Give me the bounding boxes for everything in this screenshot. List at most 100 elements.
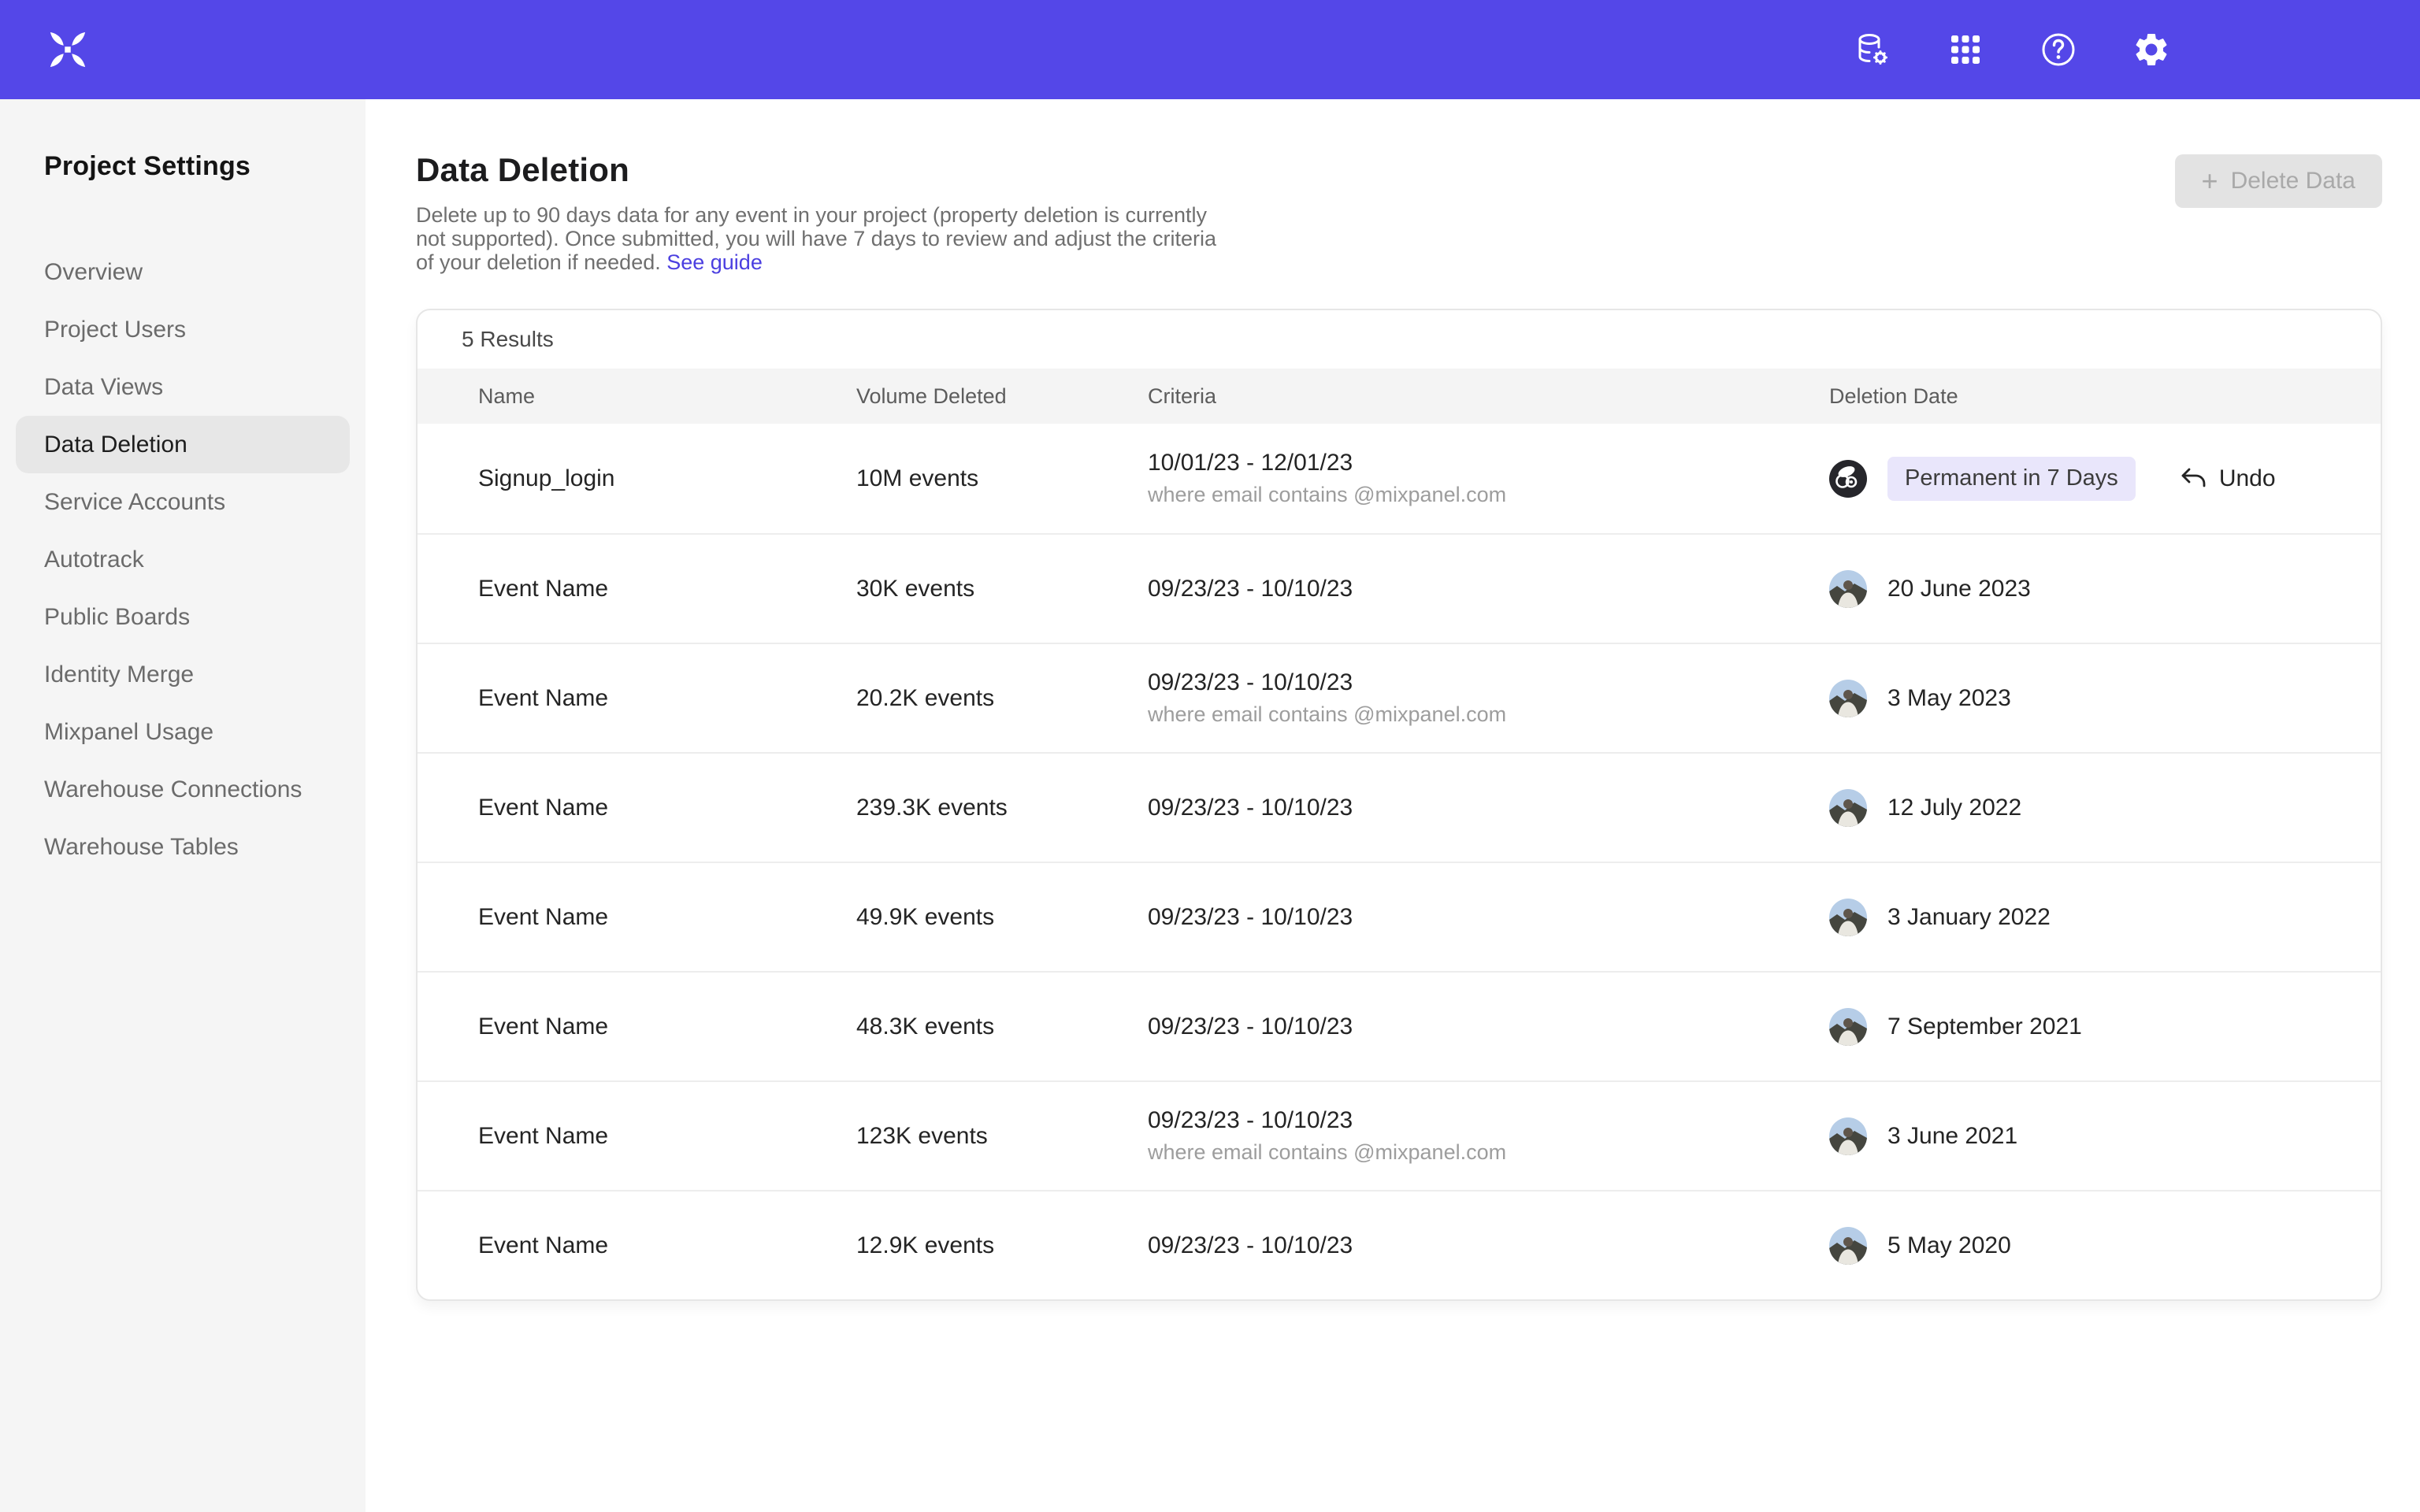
user-avatar [1829, 789, 1867, 827]
mixpanel-logo[interactable] [46, 28, 90, 72]
event-name-cell: Signup_login [478, 465, 856, 492]
undo-button[interactable]: Undo [2178, 464, 2276, 494]
criteria-cell: 09/23/23 - 10/10/23 [1148, 576, 1829, 602]
criteria-filter: where email contains @mixpanel.com [1148, 483, 1829, 507]
sidebar-item-mixpanel-usage[interactable]: Mixpanel Usage [16, 703, 350, 761]
data-management-icon[interactable] [1853, 30, 1892, 69]
volume-deleted-cell: 49.9K events [856, 904, 1148, 931]
deletion-date-cell: 20 June 2023 [1829, 570, 2381, 608]
user-avatar [1829, 1227, 1867, 1265]
criteria-date-range: 10/01/23 - 12/01/23 [1148, 450, 1829, 476]
volume-deleted-cell: 12.9K events [856, 1232, 1148, 1259]
deletion-date-text: 3 June 2021 [1887, 1123, 2017, 1150]
page-title: Data Deletion [416, 151, 2420, 189]
criteria-filter: where email contains @mixpanel.com [1148, 1140, 1829, 1165]
criteria-cell: 09/23/23 - 10/10/23 [1148, 795, 1829, 821]
criteria-date-range: 09/23/23 - 10/10/23 [1148, 1232, 1829, 1259]
criteria-date-range: 09/23/23 - 10/10/23 [1148, 669, 1829, 696]
criteria-cell: 09/23/23 - 10/10/23 where email contains … [1148, 1107, 1829, 1165]
delete-data-button[interactable]: + Delete Data [2175, 154, 2382, 208]
sidebar-item-overview[interactable]: Overview [16, 243, 350, 301]
sidebar-title: Project Settings [0, 151, 366, 182]
deletion-date-cell: 3 May 2023 [1829, 680, 2381, 717]
permanent-status-badge: Permanent in 7 Days [1887, 457, 2136, 501]
user-avatar [1829, 1008, 1867, 1046]
table-row: Event Name30K events09/23/23 - 10/10/23 2… [418, 533, 2381, 643]
volume-deleted-cell: 123K events [856, 1123, 1148, 1150]
table-body: Signup_login10M events10/01/23 - 12/01/2… [418, 424, 2381, 1299]
criteria-cell: 09/23/23 - 10/10/23 [1148, 1232, 1829, 1259]
table-row: Event Name20.2K events09/23/23 - 10/10/2… [418, 643, 2381, 752]
results-count: 5 Results [418, 310, 2381, 369]
deletion-date-text: 5 May 2020 [1887, 1232, 2011, 1259]
deletion-date-cell: Permanent in 7 Days Undo [1829, 457, 2381, 501]
volume-deleted-cell: 30K events [856, 576, 1148, 602]
volume-deleted-cell: 20.2K events [856, 685, 1148, 712]
sidebar-item-public-boards[interactable]: Public Boards [16, 588, 350, 646]
event-name-cell: Event Name [478, 685, 856, 712]
table-header-row: Name Volume Deleted Criteria Deletion Da… [418, 369, 2381, 424]
volume-deleted-cell: 239.3K events [856, 795, 1148, 821]
deletion-date-text: 7 September 2021 [1887, 1014, 2082, 1040]
table-row: Event Name239.3K events09/23/23 - 10/10/… [418, 752, 2381, 862]
criteria-date-range: 09/23/23 - 10/10/23 [1148, 1014, 1829, 1040]
deletion-date-text: 12 July 2022 [1887, 795, 2021, 821]
mascot-avatar [1829, 460, 1867, 498]
main-content: Data Deletion Delete up to 90 days data … [366, 99, 2420, 1512]
deletion-date-cell: 3 January 2022 [1829, 899, 2381, 936]
apps-grid-icon[interactable] [1946, 30, 1985, 69]
criteria-filter: where email contains @mixpanel.com [1148, 702, 1829, 727]
sidebar-nav: OverviewProject UsersData ViewsData Dele… [0, 243, 366, 876]
deletion-date-cell: 5 May 2020 [1829, 1227, 2381, 1265]
see-guide-link[interactable]: See guide [666, 250, 763, 274]
deletion-date-cell: 12 July 2022 [1829, 789, 2381, 827]
settings-icon[interactable] [2132, 30, 2171, 69]
event-name-cell: Event Name [478, 1014, 856, 1040]
criteria-cell: 10/01/23 - 12/01/23 where email contains … [1148, 450, 1829, 507]
sidebar-item-project-users[interactable]: Project Users [16, 301, 350, 358]
user-avatar [1829, 570, 1867, 608]
plus-icon: + [2202, 167, 2218, 195]
sidebar-item-data-deletion[interactable]: Data Deletion [16, 416, 350, 473]
table-row: Event Name48.3K events09/23/23 - 10/10/2… [418, 971, 2381, 1080]
deletion-date-cell: 3 June 2021 [1829, 1117, 2381, 1155]
event-name-cell: Event Name [478, 576, 856, 602]
sidebar-item-autotrack[interactable]: Autotrack [16, 531, 350, 588]
criteria-date-range: 09/23/23 - 10/10/23 [1148, 904, 1829, 931]
deletion-date-cell: 7 September 2021 [1829, 1008, 2381, 1046]
sidebar-item-warehouse-connections[interactable]: Warehouse Connections [16, 761, 350, 818]
criteria-date-range: 09/23/23 - 10/10/23 [1148, 795, 1829, 821]
user-avatar [1829, 680, 1867, 717]
table-row: Signup_login10M events10/01/23 - 12/01/2… [418, 424, 2381, 533]
data-deletion-table-card: 5 Results Name Volume Deleted Criteria D… [416, 309, 2382, 1301]
event-name-cell: Event Name [478, 1232, 856, 1259]
sidebar-item-service-accounts[interactable]: Service Accounts [16, 473, 350, 531]
criteria-cell: 09/23/23 - 10/10/23 [1148, 1014, 1829, 1040]
volume-deleted-cell: 48.3K events [856, 1014, 1148, 1040]
column-header-name: Name [478, 384, 856, 409]
user-avatar [1829, 899, 1867, 936]
user-avatar [1829, 1117, 1867, 1155]
help-icon[interactable] [2039, 30, 2078, 69]
deletion-date-text: 3 May 2023 [1887, 685, 2011, 712]
event-name-cell: Event Name [478, 1123, 856, 1150]
volume-deleted-cell: 10M events [856, 465, 1148, 492]
topbar [0, 0, 2420, 99]
column-header-volume-deleted: Volume Deleted [856, 384, 1148, 409]
delete-data-button-label: Delete Data [2231, 168, 2355, 195]
table-row: Event Name49.9K events09/23/23 - 10/10/2… [418, 862, 2381, 971]
sidebar: Project Settings OverviewProject UsersDa… [0, 99, 366, 1512]
undo-label: Undo [2219, 465, 2276, 492]
criteria-cell: 09/23/23 - 10/10/23 [1148, 904, 1829, 931]
criteria-cell: 09/23/23 - 10/10/23 where email contains … [1148, 669, 1829, 727]
sidebar-item-identity-merge[interactable]: Identity Merge [16, 646, 350, 703]
sidebar-item-data-views[interactable]: Data Views [16, 358, 350, 416]
deletion-date-text: 20 June 2023 [1887, 576, 2031, 602]
sidebar-item-warehouse-tables[interactable]: Warehouse Tables [16, 818, 350, 876]
table-row: Event Name123K events09/23/23 - 10/10/23… [418, 1080, 2381, 1190]
page-description: Delete up to 90 days data for any event … [416, 203, 1223, 274]
deletion-date-text: 3 January 2022 [1887, 904, 2051, 931]
criteria-date-range: 09/23/23 - 10/10/23 [1148, 576, 1829, 602]
criteria-date-range: 09/23/23 - 10/10/23 [1148, 1107, 1829, 1134]
table-row: Event Name12.9K events09/23/23 - 10/10/2… [418, 1190, 2381, 1299]
